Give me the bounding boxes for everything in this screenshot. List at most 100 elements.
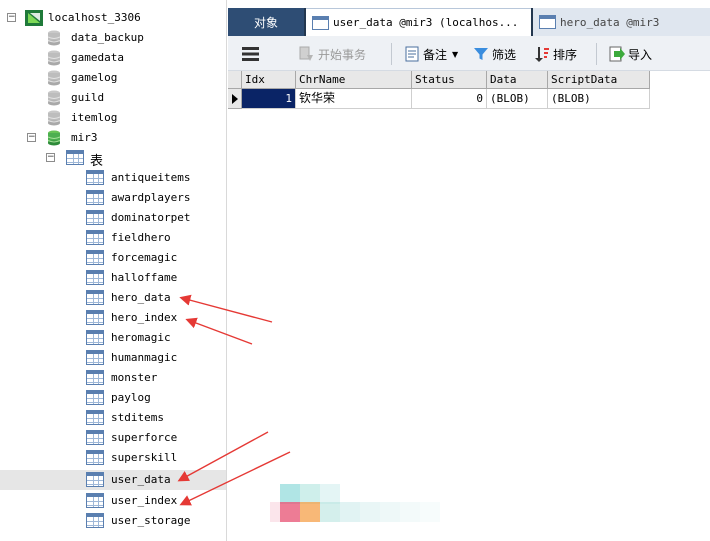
transaction-icon: [299, 46, 313, 61]
tree-table-item[interactable]: antiqueitems: [0, 168, 226, 188]
table-icon: [86, 513, 104, 528]
tab-inactive-label: hero_data @mir3: [560, 15, 660, 29]
sort-icon: [535, 47, 549, 62]
table-icon: [86, 310, 104, 325]
filter-button[interactable]: 筛选: [473, 44, 516, 64]
table-icon: [86, 190, 104, 205]
table-icon: [86, 472, 104, 487]
import-button[interactable]: 导入: [608, 44, 652, 64]
collapse-icon[interactable]: −: [27, 133, 36, 142]
tree-database[interactable]: gamedata: [0, 48, 226, 68]
note-icon: [405, 46, 419, 62]
column-header[interactable]: Idx: [242, 71, 296, 89]
column-header[interactable]: Status: [412, 71, 487, 89]
sort-button[interactable]: 排序: [534, 44, 577, 64]
grid-corner: [228, 71, 242, 89]
tree-connection[interactable]: − localhost_3306: [0, 8, 226, 28]
connection-label: localhost_3306: [48, 11, 141, 24]
tree-table-item[interactable]: awardplayers: [0, 188, 226, 208]
table-cell[interactable]: (BLOB): [548, 89, 650, 109]
column-header[interactable]: ScriptData: [548, 71, 650, 89]
table-cell[interactable]: (BLOB): [487, 89, 548, 109]
table-label: fieldhero: [111, 231, 171, 244]
tree-tables-folder[interactable]: − 表: [0, 148, 226, 169]
tree-table-item[interactable]: superforce: [0, 428, 226, 448]
database-icon: [48, 50, 60, 66]
column-header[interactable]: Data: [487, 71, 548, 89]
tab-active-label: user_data @mir3 (localhos...: [333, 16, 519, 29]
tree-database[interactable]: data_backup: [0, 28, 226, 48]
table-label: hero_index: [111, 311, 178, 324]
tree-table-item[interactable]: heromagic: [0, 328, 226, 348]
data-toolbar: 开始事务 备注 ▼ 筛选 排序 导入: [228, 36, 710, 71]
table-icon: [86, 170, 104, 185]
tree-table-item[interactable]: user_index: [0, 491, 226, 511]
table-label: dominatorpet: [111, 211, 191, 224]
begin-transaction-button[interactable]: 开始事务: [298, 44, 366, 64]
tree-table-item[interactable]: monster: [0, 368, 226, 388]
table-label: monster: [111, 371, 158, 384]
note-label: 备注: [423, 47, 448, 62]
table-icon: [86, 330, 104, 345]
tree-database[interactable]: gamelog: [0, 68, 226, 88]
row-selector-icon[interactable]: [228, 89, 242, 109]
table-icon: [86, 390, 104, 405]
connection-icon: [25, 10, 43, 26]
tree-table-item[interactable]: halloffame: [0, 268, 226, 288]
table-label: antiqueitems: [111, 171, 191, 184]
import-label: 导入: [628, 47, 653, 62]
tab-objects[interactable]: 对象: [228, 8, 304, 36]
tree-table-item[interactable]: fieldhero: [0, 228, 226, 248]
database-icon: [48, 30, 60, 46]
table-label: heromagic: [111, 331, 171, 344]
table-icon: [86, 270, 104, 285]
database-label: data_backup: [71, 31, 144, 44]
collapse-icon[interactable]: −: [46, 153, 55, 162]
tab-user-data[interactable]: user_data @mir3 (localhos...: [306, 8, 531, 36]
toolbar-divider: [391, 43, 392, 65]
tree-table-item[interactable]: dominatorpet: [0, 208, 226, 228]
table-label: humanmagic: [111, 351, 178, 364]
tree-table-item[interactable]: forcemagic: [0, 248, 226, 268]
tree-database[interactable]: guild: [0, 88, 226, 108]
table-icon: [86, 450, 104, 465]
table-cell[interactable]: 0: [412, 89, 487, 109]
tree-table-item[interactable]: hero_index: [0, 308, 226, 328]
table-label: forcemagic: [111, 251, 178, 264]
tab-objects-label: 对象: [253, 15, 278, 30]
tree-table-item-selected[interactable]: user_data: [0, 470, 226, 490]
filter-icon: [474, 48, 488, 60]
database-label: gamelog: [71, 71, 118, 84]
table-icon: [86, 290, 104, 305]
tree-table-item[interactable]: user_storage: [0, 511, 226, 531]
table-label: awardplayers: [111, 191, 191, 204]
table-label: user_storage: [111, 514, 191, 527]
table-cell[interactable]: 钦华荣: [296, 89, 412, 109]
column-header[interactable]: ChrName: [296, 71, 412, 89]
table-cell[interactable]: 1: [242, 89, 296, 109]
table-icon: [86, 410, 104, 425]
database-label: guild: [71, 91, 105, 104]
tree-table-item[interactable]: stditems: [0, 408, 226, 428]
tree-table-item[interactable]: superskill: [0, 448, 226, 468]
note-button[interactable]: 备注 ▼: [404, 44, 458, 64]
table-icon: [66, 150, 84, 165]
tree-table-item[interactable]: hero_data: [0, 288, 226, 308]
collapse-icon[interactable]: −: [7, 13, 16, 22]
begin-transaction-label: 开始事务: [318, 47, 367, 62]
table-label: user_index: [111, 494, 178, 507]
table-icon: [312, 15, 329, 30]
sort-label: 排序: [553, 47, 578, 62]
tree-table-item[interactable]: paylog: [0, 388, 226, 408]
tree-database-open[interactable]: − mir3: [0, 128, 226, 148]
database-open-icon: [48, 130, 60, 146]
database-icon: [48, 110, 60, 126]
tab-hero-data[interactable]: hero_data @mir3: [533, 8, 710, 36]
table-label: user_data: [111, 473, 171, 486]
tree-database[interactable]: itemlog: [0, 108, 226, 128]
table-label: superskill: [111, 451, 178, 464]
table-label: hero_data: [111, 291, 171, 304]
table-icon: [86, 230, 104, 245]
tree-table-item[interactable]: humanmagic: [0, 348, 226, 368]
hamburger-icon[interactable]: [242, 47, 259, 61]
